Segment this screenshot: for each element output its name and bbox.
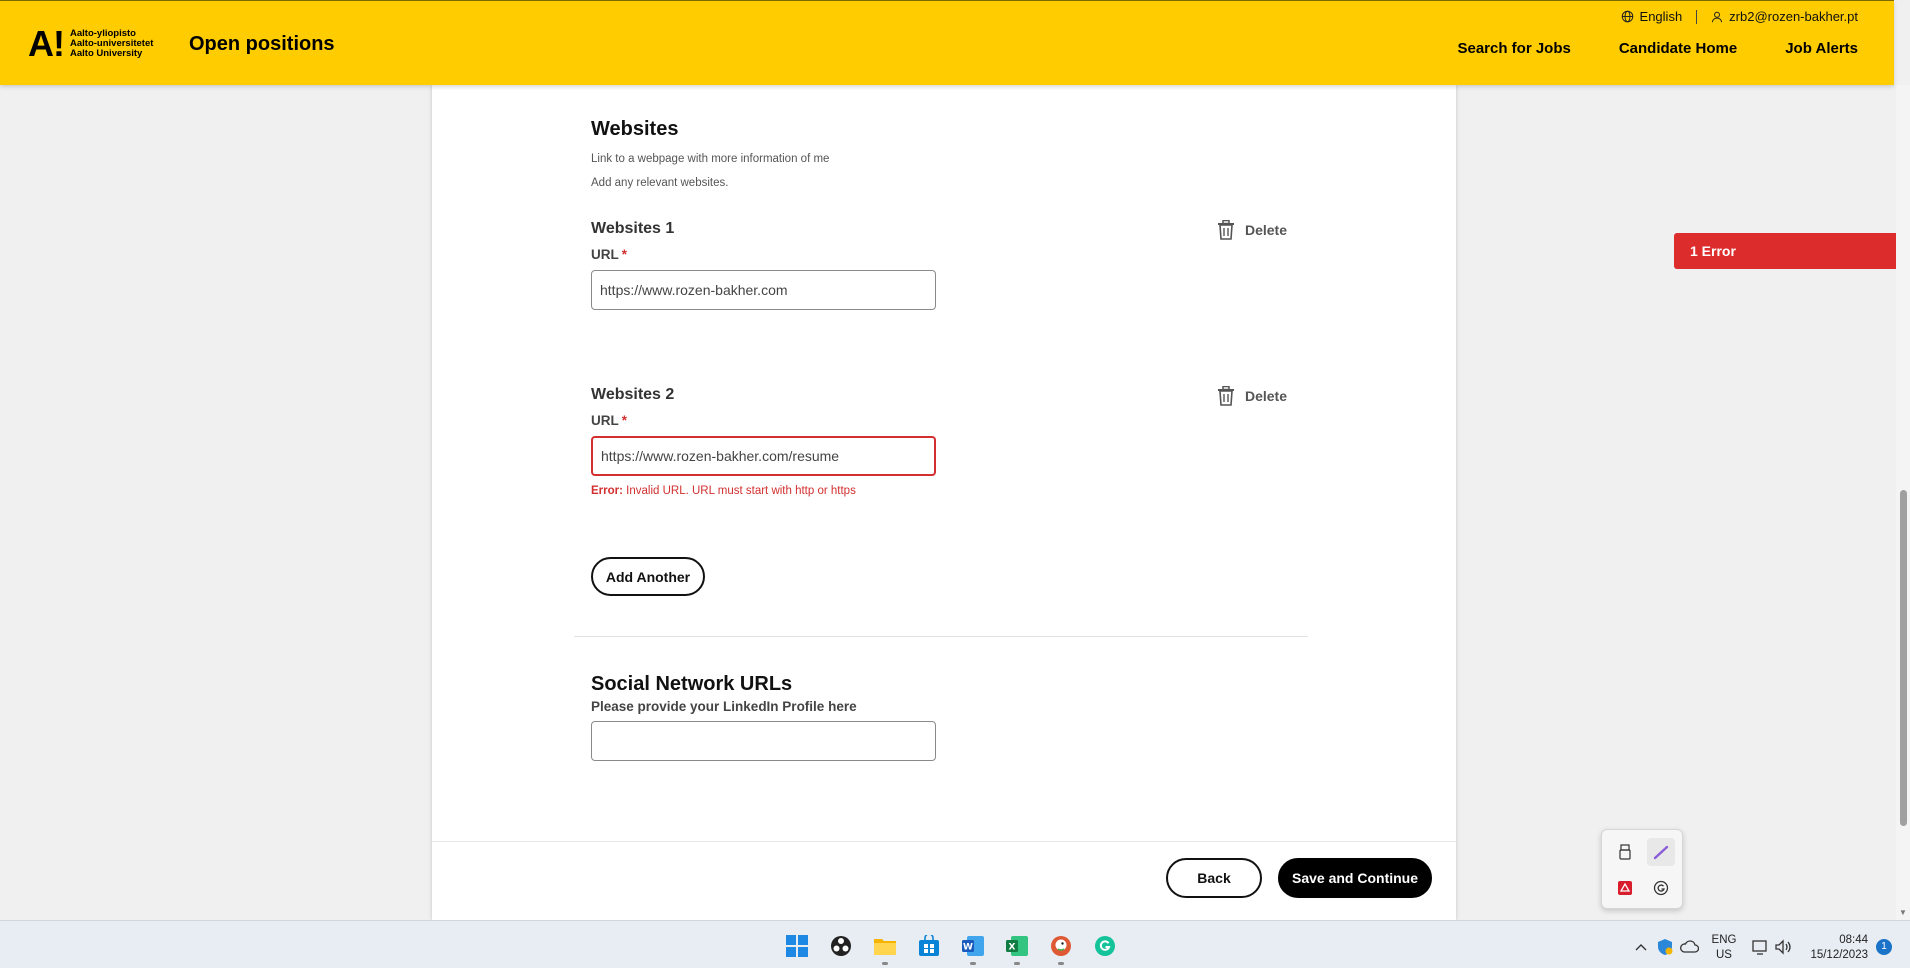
website-1-url-label: URL * [591,247,627,262]
save-and-continue-button[interactable]: Save and Continue [1278,858,1432,898]
defender-icon[interactable] [1652,934,1678,960]
social-section-title: Social Network URLs [591,673,793,695]
svg-text:W: W [963,943,973,953]
util-divider [1696,9,1698,24]
section-divider [574,636,1308,637]
website-2-url-input[interactable] [591,436,936,476]
pen-icon[interactable] [1647,838,1675,866]
linkedin-url-input[interactable] [591,721,936,761]
aalto-logo[interactable]: A! Aalto-yliopisto Aalto-universitetet A… [28,23,153,64]
website-1-url-input[interactable] [591,270,936,310]
site-header: A! Aalto-yliopisto Aalto-universitetet A… [0,0,1894,85]
main-nav: Search for Jobs Candidate Home Job Alert… [1409,40,1858,57]
scroll-down-arrow-icon[interactable]: ▼ [1899,908,1907,917]
linkedin-label: Please provide your LinkedIn Profile her… [591,699,857,714]
required-asterisk: * [621,413,628,428]
input-language-indicator[interactable]: ENG US [1709,933,1739,963]
running-indicator [1014,962,1020,965]
url-label-text: URL [591,247,619,262]
user-account-link[interactable]: zrb2@rozen-bakher.pt [1729,9,1858,24]
nav-search-for-jobs[interactable]: Search for Jobs [1457,40,1570,57]
delete-label: Delete [1244,388,1287,404]
system-clock[interactable]: 08:44 15/12/2023 [1804,933,1868,963]
duckduckgo-icon[interactable] [1048,933,1074,959]
trash-icon [1217,386,1234,406]
running-indicator [970,962,976,965]
notification-badge[interactable]: 1 [1876,939,1892,955]
lang-code: ENG [1711,934,1737,946]
running-indicator [882,962,888,965]
file-explorer-icon[interactable] [872,933,898,959]
logo-line-en: Aalto University [70,48,143,59]
onedrive-icon[interactable] [1676,934,1702,960]
clock-time: 08:44 [1839,934,1868,946]
globe-icon [1621,10,1633,23]
url-label-text: URL [591,413,619,428]
word-icon[interactable]: W [960,933,986,959]
chevron-up-icon[interactable] [1628,934,1654,960]
nav-job-alerts[interactable]: Job Alerts [1785,40,1858,57]
obs-icon[interactable] [828,933,854,959]
add-another-button[interactable]: Add Another [591,557,705,596]
websites-description: Link to a webpage with more information … [591,153,830,165]
application-form-card: Websites Link to a webpage with more inf… [432,85,1456,920]
back-button[interactable]: Back [1166,858,1262,898]
grammarly-tray-icon[interactable] [1647,874,1675,902]
website-2-delete-button[interactable]: Delete [1217,386,1287,406]
error-text: Invalid URL. URL must start with http or… [626,485,856,497]
nav-candidate-home[interactable]: Candidate Home [1619,40,1737,57]
usb-eject-icon[interactable] [1611,838,1639,866]
delete-label: Delete [1244,222,1287,238]
windows-taskbar: W X ENG US 08:44 15/12/2023 1 [0,920,1910,968]
lang-region: US [1716,949,1732,961]
volume-icon[interactable] [1770,934,1796,960]
excel-icon[interactable]: X [1004,933,1030,959]
start-icon[interactable] [784,933,810,959]
website-2-title: Websites 2 [591,386,675,403]
error-count-badge[interactable]: 1 Error [1674,233,1896,269]
website-2-url-label: URL * [591,413,627,428]
error-prefix: Error: [591,485,623,497]
user-icon [1712,11,1723,22]
running-indicator [1058,962,1064,965]
required-asterisk: * [621,247,628,262]
language-selector[interactable]: English [1640,9,1683,24]
logo-text: Aalto-yliopisto Aalto-universitetet Aalt… [70,29,153,59]
grammarly-icon[interactable] [1092,933,1118,959]
page-scrollbar[interactable]: ▼ [1896,85,1910,920]
tray-overflow-popup [1601,829,1683,909]
trash-icon [1217,220,1234,240]
clock-date: 15/12/2023 [1810,949,1868,961]
logo-mark: A! [28,23,65,64]
site-title[interactable]: Open positions [189,33,335,56]
top-utility-bar: English zrb2@rozen-bakher.pt [1621,9,1858,24]
scrollbar-thumb[interactable] [1900,490,1907,826]
footer-divider [432,841,1456,842]
website-1-title: Websites 1 [591,220,675,237]
svg-text:X: X [1009,943,1016,953]
website-2-error-message: Error: Invalid URL. URL must start with … [591,485,856,497]
website-1-delete-button[interactable]: Delete [1217,220,1287,240]
websites-section-title: Websites [591,118,679,140]
store-icon[interactable] [916,933,942,959]
websites-hint: Add any relevant websites. [591,177,729,189]
acrobat-icon[interactable] [1611,874,1639,902]
